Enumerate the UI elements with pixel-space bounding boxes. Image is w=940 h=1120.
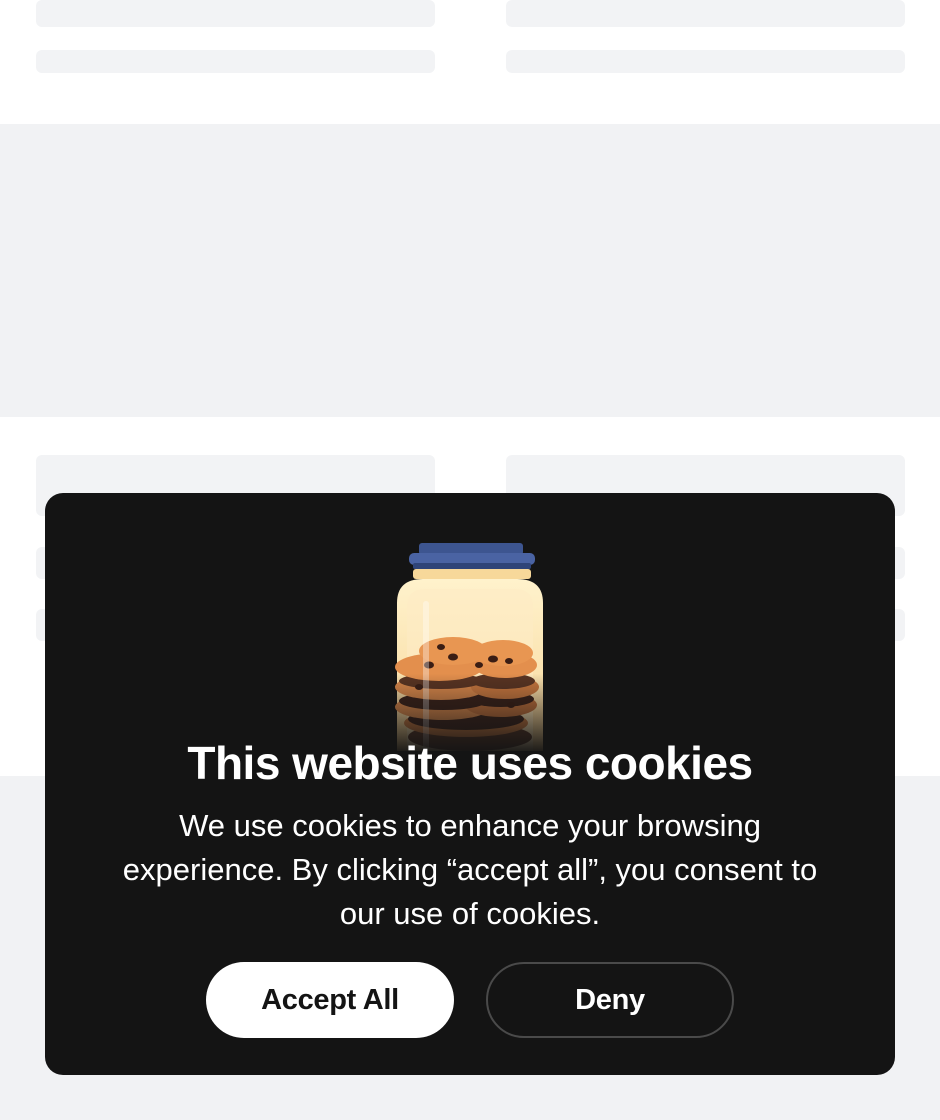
cookie-jar-icon xyxy=(383,541,557,751)
deny-button[interactable]: Deny xyxy=(486,962,734,1038)
cookie-banner-message: We use cookies to enhance your browsing … xyxy=(122,808,818,931)
skeleton-line xyxy=(506,0,905,27)
cookie-banner-title: This website uses cookies xyxy=(187,737,753,789)
skeleton-line xyxy=(36,0,435,27)
cookie-consent-dialog: This website uses cookies We use cookies… xyxy=(45,493,895,1075)
accept-all-button[interactable]: Accept All xyxy=(206,962,454,1038)
skeleton-line xyxy=(36,50,435,73)
skeleton-banner xyxy=(0,124,940,417)
skeleton-line xyxy=(506,50,905,73)
